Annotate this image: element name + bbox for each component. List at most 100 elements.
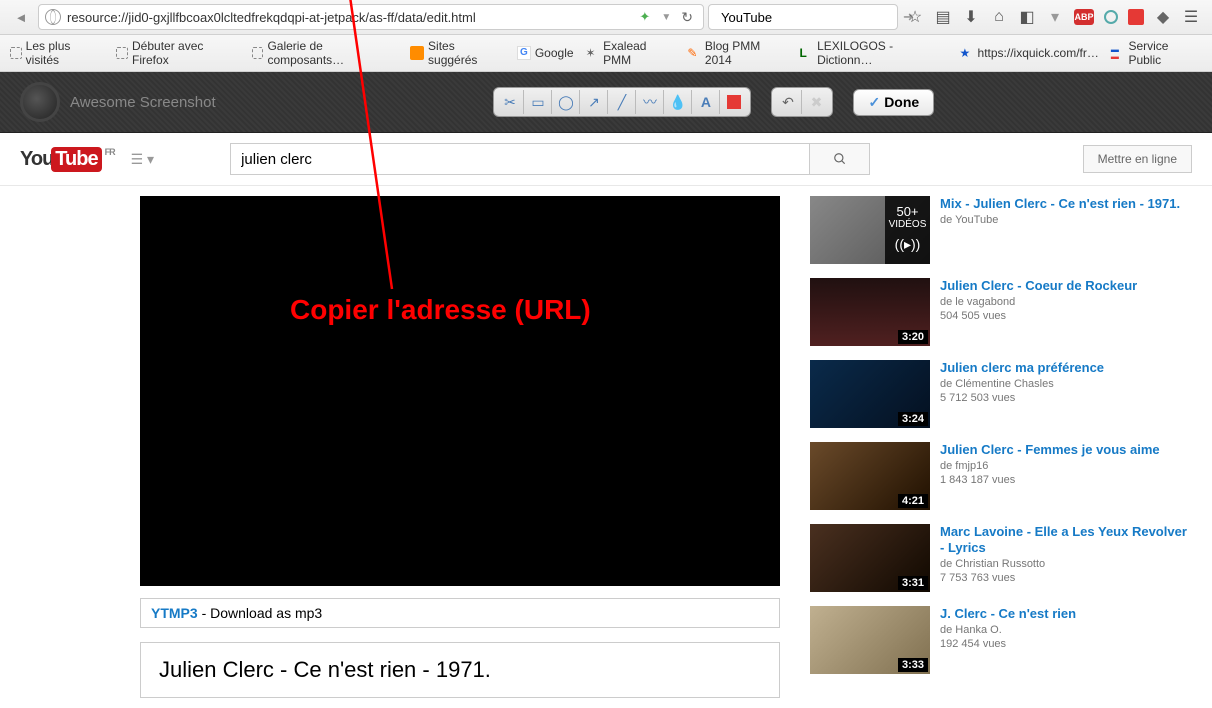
- video-info: J. Clerc - Ce n'est rien de Hanka O. 192 4…: [940, 606, 1076, 674]
- avira-icon[interactable]: [1128, 9, 1144, 25]
- bookmark-icon: [10, 47, 22, 59]
- bookmark-icon: [252, 47, 264, 59]
- as-title: Awesome Screenshot: [70, 94, 216, 111]
- thumbnail: 3:20: [810, 278, 930, 346]
- related-video[interactable]: 3:24 Julien clerc ma préférence de Clément…: [810, 360, 1187, 428]
- dropdown-icon[interactable]: ▼: [661, 12, 671, 23]
- pencil-icon: ✎: [687, 46, 701, 60]
- yt-search-wrap: [230, 143, 870, 175]
- browser-search[interactable]: ➜: [708, 4, 898, 30]
- duration-badge: 3:20: [898, 330, 928, 344]
- url-bar[interactable]: resource://jid0-gxjllfbcoax0lcltedfrekqd…: [38, 4, 704, 30]
- video-title: Julien Clerc - Ce n'est rien - 1971.: [140, 642, 780, 698]
- bookmark-label: Débuter avec Firefox: [132, 39, 240, 67]
- youtube-logo[interactable]: YouTubeFR: [20, 147, 115, 172]
- free-tool[interactable]: 〰: [636, 90, 664, 114]
- bookmark-item[interactable]: ✶Exalead PMM: [586, 39, 676, 67]
- lens-icon[interactable]: [1104, 10, 1118, 24]
- video-views: 1 843 187 vues: [940, 474, 1160, 486]
- bookmark-label: https://ixquick.com/fr…: [978, 46, 1099, 60]
- ellipse-tool[interactable]: ◯: [552, 90, 580, 114]
- video-views: 192 454 vues: [940, 638, 1076, 650]
- text-tool[interactable]: A: [692, 90, 720, 114]
- video-views: 504 505 vues: [940, 310, 1137, 322]
- annotation-text: Copier l'adresse (URL): [290, 294, 591, 326]
- video-author: de Clémentine Chasles: [940, 378, 1104, 390]
- home-icon[interactable]: ⌂: [990, 8, 1008, 26]
- reload-button[interactable]: ↻: [677, 9, 697, 26]
- mix-overlay: 50+VIDÉOS((▸)): [885, 196, 930, 264]
- video-title: Julien Clerc - Coeur de Rockeur: [940, 278, 1137, 294]
- video-title: Julien clerc ma préférence: [940, 360, 1104, 376]
- video-author: de Hanka O.: [940, 624, 1076, 636]
- line-tool[interactable]: ╱: [608, 90, 636, 114]
- blur-tool[interactable]: 💧: [664, 90, 692, 114]
- crop-tool[interactable]: ✂: [496, 90, 524, 114]
- upload-button[interactable]: Mettre en ligne: [1083, 145, 1192, 173]
- related-video[interactable]: 3:20 Julien Clerc - Coeur de Rockeurde le…: [810, 278, 1187, 346]
- video-player[interactable]: Copier l'adresse (URL): [140, 196, 780, 586]
- main-column: Copier l'adresse (URL) YTMP3 - Download …: [140, 196, 780, 698]
- duration-badge: 4:21: [898, 494, 928, 508]
- sp-icon: ▬▬: [1111, 46, 1125, 60]
- video-title: J. Clerc - Ce n'est rien: [940, 606, 1076, 622]
- rect-tool[interactable]: ▭: [524, 90, 552, 114]
- back-button[interactable]: ◄: [8, 5, 34, 29]
- done-button[interactable]: Done: [853, 89, 934, 116]
- guide-menu-icon[interactable]: ☰ ▾: [127, 147, 158, 172]
- search-input[interactable]: [721, 10, 897, 25]
- search-icon: [833, 152, 847, 166]
- bookmark-item[interactable]: Les plus visités: [10, 39, 104, 67]
- region-label: FR: [105, 147, 115, 157]
- video-author: de YouTube: [940, 214, 1180, 226]
- related-video[interactable]: 3:31 Marc Lavoine - Elle a Les Yeux Revol…: [810, 524, 1187, 592]
- addon-a-icon[interactable]: ▾: [1046, 8, 1064, 26]
- bookmark-item[interactable]: LLEXILOGOS - Dictionn…: [800, 39, 948, 67]
- bookmark-item[interactable]: ▬▬Service Public: [1111, 39, 1202, 67]
- download-icon[interactable]: ⬇: [962, 8, 980, 26]
- bookmark-item[interactable]: Galerie de composants…: [252, 39, 399, 67]
- bookmark-label: Service Public: [1128, 39, 1202, 67]
- ytmp3-brand: YTMP3: [151, 605, 198, 621]
- video-title: Marc Lavoine - Elle a Les Yeux Revolver …: [940, 524, 1187, 556]
- video-info: Julien Clerc - Coeur de Rockeurde le vag…: [940, 278, 1137, 346]
- color-tool[interactable]: [720, 90, 748, 114]
- duration-badge: 3:31: [898, 576, 928, 590]
- duration-badge: 3:24: [898, 412, 928, 426]
- star-icon: ★: [960, 46, 974, 60]
- youtube-search-input[interactable]: [230, 143, 810, 175]
- abp-icon[interactable]: ABP: [1074, 9, 1094, 25]
- bookmark-label: Sites suggérés: [428, 39, 505, 67]
- bookmark-item[interactable]: ✎Blog PMM 2014: [687, 39, 787, 67]
- bookmark-item[interactable]: GGoogle: [517, 46, 574, 60]
- star-icon[interactable]: ☆: [906, 8, 924, 26]
- thumbnail: 3:24: [810, 360, 930, 428]
- video-author: de Christian Russotto: [940, 558, 1187, 570]
- as-logo: Awesome Screenshot: [20, 82, 216, 122]
- screenshot-toolbar: Awesome Screenshot ✂ ▭ ◯ ↗ ╱ 〰 💧 A ↶ ✖ D…: [0, 72, 1212, 133]
- bookmark-item[interactable]: ★ https://ixquick.com/fr…: [960, 46, 1099, 60]
- sidebar-icon[interactable]: ◧: [1018, 8, 1036, 26]
- undo-button[interactable]: ↶: [774, 90, 802, 114]
- bookmark-list-icon[interactable]: ▤: [934, 8, 952, 26]
- bell-icon[interactable]: ◆: [1154, 8, 1172, 26]
- camera-lens-icon: [20, 82, 60, 122]
- thumbnail: 4:21: [810, 442, 930, 510]
- arrow-tool[interactable]: ↗: [580, 90, 608, 114]
- bookmark-item[interactable]: Débuter avec Firefox: [116, 39, 239, 67]
- erase-button[interactable]: ✖: [802, 90, 830, 114]
- browser-toolbar: ◄ resource://jid0-gxjllfbcoax0lcltedfrek…: [0, 0, 1212, 35]
- related-video[interactable]: 3:33 J. Clerc - Ce n'est rien de Hanka O. 1…: [810, 606, 1187, 674]
- related-video[interactable]: 4:21Julien Clerc - Femmes je vous aimede…: [810, 442, 1187, 510]
- bookmark-item[interactable]: Sites suggérés: [410, 39, 504, 67]
- bookmark-icon: [116, 47, 128, 59]
- l-icon: L: [800, 46, 814, 60]
- related-video[interactable]: 50+VIDÉOS((▸))Mix - Julien Clerc - Ce n'…: [810, 196, 1187, 264]
- menu-icon[interactable]: ☰: [1182, 8, 1200, 26]
- thumbnail: 3:31: [810, 524, 930, 592]
- ytmp3-bar[interactable]: YTMP3 - Download as mp3: [140, 598, 780, 628]
- youtube-search-button[interactable]: [810, 143, 870, 175]
- google-icon: G: [517, 46, 531, 60]
- thumbnail: 3:33: [810, 606, 930, 674]
- orange-icon: [410, 46, 424, 60]
